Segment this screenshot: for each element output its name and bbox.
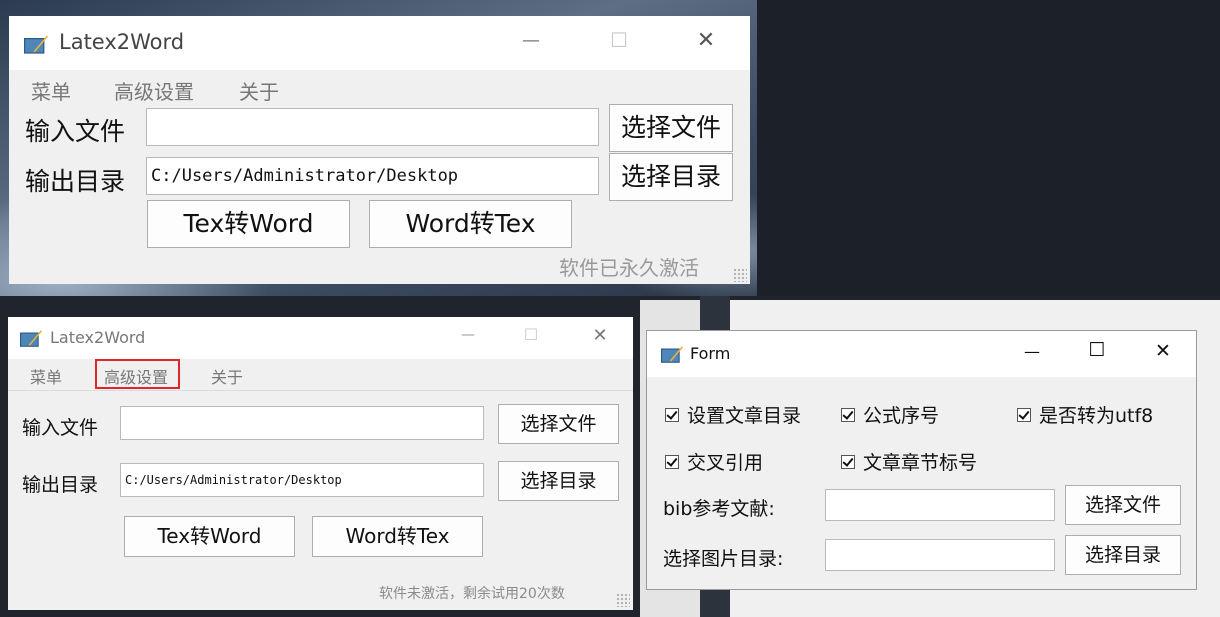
menu-item-about[interactable]: 关于: [211, 364, 243, 388]
word-to-tex-button[interactable]: Word转Tex: [312, 516, 483, 557]
top-latex2word-window: Latex2Word — ☐ ✕ 菜单 高级设置 关于 输入文件 选择文件 输出…: [9, 16, 750, 284]
title-bar[interactable]: Form — ☐ ✕: [647, 331, 1196, 377]
window-title: Latex2Word: [50, 328, 146, 347]
activation-status: 软件未激活，剩余试用20次数: [379, 586, 565, 602]
checkbox-section-numbering[interactable]: 文章章节标号: [841, 448, 977, 475]
activation-status: 软件已永久激活: [559, 256, 699, 280]
close-icon[interactable]: ✕: [1150, 340, 1176, 362]
input-file-label: 输入文件: [25, 117, 126, 146]
select-file-button[interactable]: 选择文件: [498, 404, 619, 444]
output-dir-field[interactable]: C:/Users/Administrator/Desktop: [120, 463, 484, 497]
menu-item-menu[interactable]: 菜单: [31, 76, 71, 105]
minimize-icon[interactable]: —: [514, 30, 548, 51]
select-dir-button[interactable]: 选择目录: [609, 153, 733, 201]
window-title: Latex2Word: [59, 30, 185, 54]
tex-to-word-button[interactable]: Tex转Word: [147, 200, 350, 248]
checkbox-icon[interactable]: [1017, 407, 1031, 422]
resize-grip[interactable]: [616, 593, 630, 607]
form-window: Form — ☐ ✕ 设置文章目录 公式序号 是否转为utf8 交叉引用 文章章…: [646, 330, 1197, 590]
image-dir-select-button[interactable]: 选择目录: [1065, 535, 1181, 575]
checkbox-label: 是否转为utf8: [1039, 405, 1154, 427]
word-to-tex-button[interactable]: Word转Tex: [369, 200, 572, 248]
select-file-button[interactable]: 选择文件: [609, 104, 733, 152]
checkbox-equation-numbering[interactable]: 公式序号: [841, 401, 939, 428]
checkbox-label: 公式序号: [863, 405, 940, 427]
close-icon[interactable]: ✕: [689, 28, 723, 53]
menu-item-about[interactable]: 关于: [239, 76, 279, 105]
bib-field[interactable]: [825, 489, 1055, 521]
checkbox-icon[interactable]: [841, 407, 855, 422]
image-dir-field[interactable]: [825, 539, 1055, 571]
title-bar[interactable]: Latex2Word — ☐ ✕: [8, 317, 633, 359]
checkbox-label: 文章章节标号: [863, 452, 978, 474]
output-dir-field[interactable]: C:/Users/Administrator/Desktop: [146, 157, 599, 195]
menu-bar: 菜单 高级设置 关于: [8, 359, 633, 389]
menu-item-advanced[interactable]: 高级设置: [114, 76, 194, 105]
checkbox-icon[interactable]: [841, 454, 855, 469]
close-icon[interactable]: ✕: [587, 325, 613, 346]
maximize-icon[interactable]: ☐: [518, 325, 544, 344]
input-file-field[interactable]: [146, 108, 599, 146]
minimize-icon[interactable]: —: [455, 327, 481, 343]
maximize-icon[interactable]: ☐: [602, 28, 636, 52]
checkbox-label: 设置文章目录: [687, 405, 802, 427]
menu-item-menu[interactable]: 菜单: [30, 364, 62, 388]
checkbox-icon[interactable]: [665, 454, 679, 469]
checkbox-utf8[interactable]: 是否转为utf8: [1017, 401, 1153, 428]
book-quill-icon: [24, 35, 48, 54]
menu-bar: 菜单 高级设置 关于: [9, 72, 750, 105]
bottom-latex2word-window: Latex2Word — ☐ ✕ 菜单 高级设置 关于 输入文件 选择文件 输出…: [8, 317, 633, 610]
book-quill-icon: [661, 346, 683, 363]
checkbox-icon[interactable]: [665, 407, 679, 422]
window-title: Form: [690, 344, 731, 363]
checkbox-label: 交叉引用: [687, 452, 764, 474]
title-bar[interactable]: Latex2Word — ☐ ✕: [9, 16, 750, 70]
highlight-box: [95, 359, 180, 389]
resize-grip[interactable]: [733, 268, 747, 282]
bib-select-file-button[interactable]: 选择文件: [1065, 485, 1181, 525]
desktop-dark-area: [757, 0, 1220, 296]
bib-label: bib参考文献:: [663, 498, 775, 520]
select-dir-button[interactable]: 选择目录: [498, 461, 619, 501]
input-file-field[interactable]: [120, 406, 484, 440]
input-file-label: 输入文件: [22, 417, 99, 439]
output-dir-label: 输出目录: [25, 167, 126, 196]
maximize-icon[interactable]: ☐: [1084, 339, 1110, 361]
tex-to-word-button[interactable]: Tex转Word: [124, 516, 295, 557]
checkbox-table-of-contents[interactable]: 设置文章目录: [665, 401, 801, 428]
output-dir-label: 输出目录: [22, 474, 99, 496]
menu-divider: [8, 390, 633, 391]
minimize-icon[interactable]: —: [1019, 342, 1045, 361]
checkbox-cross-reference[interactable]: 交叉引用: [665, 448, 763, 475]
book-quill-icon: [20, 330, 42, 347]
image-dir-label: 选择图片目录:: [663, 548, 784, 570]
